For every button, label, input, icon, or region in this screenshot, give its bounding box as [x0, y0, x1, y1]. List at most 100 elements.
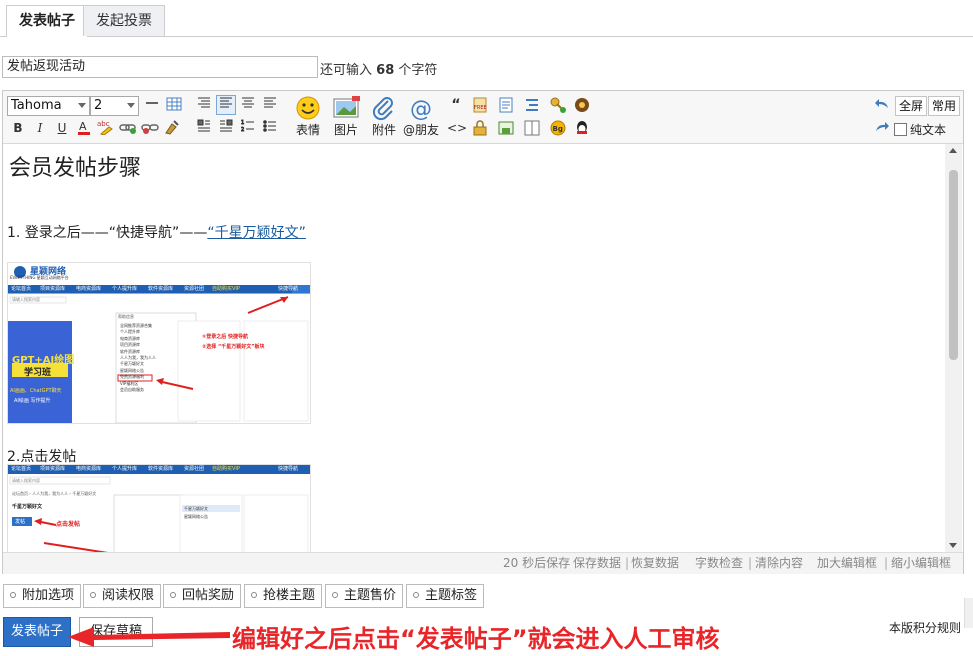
bg-icon[interactable]: Bg — [549, 119, 567, 137]
align-justify-icon[interactable] — [239, 96, 257, 114]
qq-icon[interactable] — [573, 119, 591, 137]
clear-content-link[interactable]: 清除内容 — [755, 553, 803, 574]
option-read-permission[interactable]: 阅读权限 — [83, 584, 162, 608]
unordered-list-icon[interactable] — [261, 119, 279, 137]
option-label: 附加选项 — [22, 588, 75, 603]
font-color-icon[interactable]: A — [75, 119, 93, 137]
bold-icon[interactable]: B — [9, 119, 27, 137]
chevron-down-icon — [127, 103, 135, 108]
shrink-editor-link[interactable]: 缩小编辑框 — [891, 553, 951, 574]
bullet-icon — [413, 591, 419, 598]
quote-icon[interactable]: “ — [447, 96, 465, 114]
nav-item: 自助购买VIP — [212, 286, 240, 292]
editor-toolbar: Tahoma 2 B I U A abc 12 表情 图片 附件 @ @朋友 “… — [3, 91, 963, 144]
svg-text:Bg: Bg — [553, 125, 563, 133]
tab-post[interactable]: 发表帖子 — [6, 5, 88, 37]
align-left-icon[interactable] — [195, 96, 213, 114]
fullscreen-button[interactable]: 全屏 — [895, 96, 928, 116]
paperclip-icon — [370, 95, 398, 121]
submit-post-button[interactable]: 发表帖子 — [3, 617, 71, 647]
option-price[interactable]: 主题售价 — [325, 584, 404, 608]
italic-icon[interactable]: I — [31, 119, 49, 137]
hide-content-icon[interactable] — [471, 119, 489, 137]
page-scrollbar[interactable] — [964, 598, 973, 628]
image-icon — [332, 95, 360, 121]
clear-format-icon[interactable] — [163, 119, 181, 137]
option-label: 主题标签 — [425, 588, 478, 603]
ordered-list-icon[interactable]: 12 — [239, 119, 257, 137]
separator: | — [884, 556, 889, 570]
separator: | — [625, 556, 630, 570]
redo-icon[interactable] — [873, 119, 891, 137]
option-extra[interactable]: 附加选项 — [3, 584, 82, 608]
svg-text:FREE: FREE — [474, 105, 487, 111]
float-left-icon[interactable] — [195, 119, 213, 137]
nav-item: 资源社团 — [184, 466, 205, 472]
subject-input[interactable]: 发帖返现活动 — [2, 56, 318, 78]
undo-icon[interactable] — [873, 96, 891, 114]
horizontal-rule-icon[interactable] — [143, 96, 161, 114]
shot1-note-1: ①登录之后 快捷导航 — [202, 334, 248, 340]
option-reply-reward[interactable]: 回帖奖励 — [163, 584, 242, 608]
annotation-arrow-icon — [68, 627, 230, 647]
step-1-link[interactable]: “千星万颖好文” — [207, 225, 306, 241]
free-icon[interactable]: FREE — [471, 96, 489, 114]
plain-text-checkbox[interactable] — [894, 123, 907, 136]
bullet-icon — [10, 591, 16, 598]
credit-rules-link[interactable]: 本版积分规则 — [889, 619, 961, 636]
enlarge-editor-link[interactable]: 加大编辑框 — [817, 553, 877, 574]
font-family-select[interactable]: Tahoma — [7, 96, 90, 116]
nav-item: 论坛首页 — [11, 466, 32, 472]
font-size-select[interactable]: 2 — [90, 96, 139, 116]
save-data-link[interactable]: 保存数据 — [573, 553, 621, 574]
counter-suffix: 个字符 — [398, 63, 438, 78]
common-button[interactable]: 常用 — [928, 96, 961, 116]
float-right-icon[interactable] — [217, 119, 235, 137]
shot2-side-item: 千星万颖好文 — [184, 506, 208, 511]
smiley-icon — [294, 95, 322, 121]
password-key-icon[interactable] — [549, 96, 567, 114]
unlink-icon[interactable] — [141, 119, 159, 137]
option-tags[interactable]: 主题标签 — [406, 584, 485, 608]
mention-button[interactable]: @ @朋友 — [403, 95, 439, 138]
counter-prefix: 还可输入 — [320, 63, 373, 78]
tab-poll[interactable]: 发起投票 — [83, 5, 165, 36]
scroll-up-icon[interactable] — [949, 148, 957, 153]
nav-item: 自助购买VIP — [212, 466, 240, 472]
svg-text:1: 1 — [241, 120, 244, 126]
align-center-icon[interactable] — [216, 95, 236, 115]
attachment-button[interactable]: 附件 — [367, 95, 401, 138]
editor-scrollbar[interactable] — [945, 144, 962, 552]
index-icon[interactable] — [523, 96, 541, 114]
image-label: 图片 — [333, 123, 358, 137]
word-count-link[interactable]: 字数检查 — [695, 553, 743, 574]
align-right-icon[interactable] — [261, 96, 279, 114]
image-button[interactable]: 图片 — [329, 95, 363, 138]
scroll-down-icon[interactable] — [949, 543, 957, 548]
page-icon[interactable] — [497, 96, 515, 114]
table-icon[interactable] — [165, 96, 183, 114]
shot1-promo-title: GPT+AI绘图 — [12, 355, 75, 366]
shot1-search: 请输入搜索内容 — [12, 297, 40, 302]
scrollbar-thumb[interactable] — [949, 170, 958, 360]
restore-data-link[interactable]: 恢复数据 — [631, 553, 679, 574]
background-color-icon[interactable]: abc — [97, 119, 115, 137]
bullet-icon — [332, 591, 338, 598]
nav-item: 资源社团 — [184, 286, 205, 292]
nav-item: 快捷导航 — [278, 466, 299, 472]
media-icon[interactable] — [573, 96, 591, 114]
content-heading: 会员发帖步骤 — [9, 156, 142, 181]
layout-icon[interactable] — [523, 119, 541, 137]
nav-item: 项目资源库 — [40, 286, 66, 292]
code-icon[interactable]: <> — [447, 119, 467, 137]
option-floor-grab[interactable]: 抢楼主题 — [244, 584, 323, 608]
nav-item: 快捷导航 — [278, 286, 299, 292]
underline-icon[interactable]: U — [53, 119, 71, 137]
step-2: 2.点击发帖 — [7, 449, 77, 465]
editor-content[interactable]: 会员发帖步骤 1. 登录之后——“快捷导航”——“千星万颖好文” 星颖网络 EV… — [3, 144, 945, 552]
link-icon[interactable] — [119, 119, 137, 137]
emoji-button[interactable]: 表情 — [291, 95, 325, 138]
nav-item: 软件资源库 — [148, 286, 174, 292]
shot1-promo-sub: 学习班 — [24, 368, 52, 378]
flash-icon[interactable] — [497, 119, 515, 137]
